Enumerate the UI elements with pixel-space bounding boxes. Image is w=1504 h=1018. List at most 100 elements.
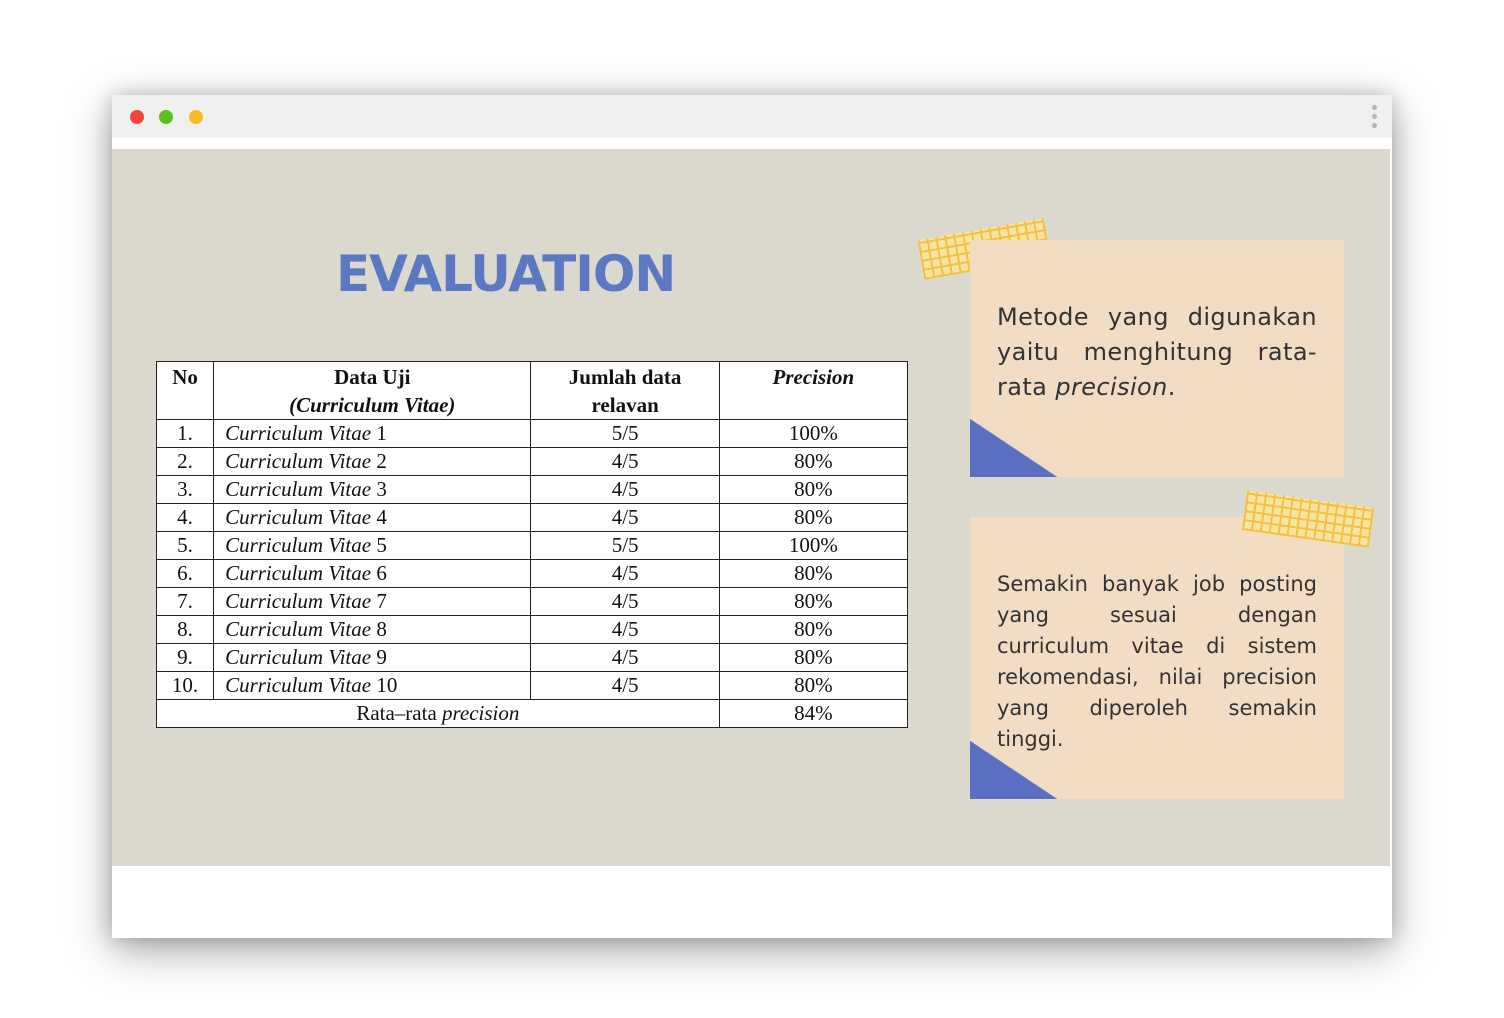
table-row: 10. Curriculum Vitae 10 4/5 80% [155,671,909,700]
cell-data-uji: Curriculum Vitae 1 [213,419,532,448]
cell-precision: 80% [718,503,909,532]
cell-data-uji-number: 8 [376,617,387,641]
note-method-italic: precision [1055,373,1168,401]
cell-relevan: 4/5 [530,503,720,532]
cell-relevan: 4/5 [530,643,720,672]
cell-precision: 80% [718,475,909,504]
evaluation-table: No Data Uji (Curriculum Vitae) Jumlah da… [155,361,909,728]
note-conclusion-text: Semakin banyak job posting yang sesuai d… [997,572,1317,751]
cell-relevan: 5/5 [530,531,720,560]
window-bottom-area [112,866,1392,938]
cell-relevan: 5/5 [530,419,720,448]
cell-data-uji: Curriculum Vitae 6 [213,559,532,588]
cell-data-uji-number: 1 [376,421,387,445]
cell-data-uji: Curriculum Vitae 9 [213,643,532,672]
cell-data-uji-prefix: Curriculum Vitae [225,477,372,501]
note-method-end: . [1167,373,1176,401]
cell-relevan: 4/5 [530,475,720,504]
cell-data-uji: Curriculum Vitae 3 [213,475,532,504]
header-data-uji-label: Data Uji [334,365,411,389]
footer-value: 84% [718,699,909,728]
cell-precision: 80% [718,559,909,588]
table-row: 1. Curriculum Vitae 1 5/5 100% [155,419,909,448]
cell-data-uji-prefix: Curriculum Vitae [225,617,372,641]
cell-data-uji-prefix: Curriculum Vitae [225,421,372,445]
cell-no: 6. [155,559,215,588]
table-row: 8. Curriculum Vitae 8 4/5 80% [155,615,909,644]
cell-precision: 80% [718,615,909,644]
cell-data-uji-number: 10 [376,673,398,697]
cell-data-uji: Curriculum Vitae 10 [213,671,532,700]
minimize-window-button[interactable] [159,110,173,124]
slide-title: EVALUATION [336,245,676,303]
cell-no: 3. [155,475,215,504]
cell-data-uji: Curriculum Vitae 4 [213,503,532,532]
cell-data-uji-number: 7 [376,589,387,613]
cell-data-uji: Curriculum Vitae 7 [213,587,532,616]
header-jumlah-line1: Jumlah data [568,365,682,389]
header-jumlah: Jumlah data relavan [530,361,720,420]
table-header-row: No Data Uji (Curriculum Vitae) Jumlah da… [155,361,909,420]
cell-relevan: 4/5 [530,615,720,644]
cell-relevan: 4/5 [530,587,720,616]
table-row: 7. Curriculum Vitae 7 4/5 80% [155,587,909,616]
cell-data-uji-prefix: Curriculum Vitae [225,505,372,529]
table-row: 6. Curriculum Vitae 6 4/5 80% [155,559,909,588]
cell-no: 8. [155,615,215,644]
cell-precision: 80% [718,587,909,616]
note-fold [970,417,1060,477]
header-no: No [155,361,215,420]
table-row: 4. Curriculum Vitae 4 4/5 80% [155,503,909,532]
cell-data-uji-prefix: Curriculum Vitae [225,449,372,473]
cell-data-uji-number: 5 [376,533,387,557]
header-data-uji: Data Uji (Curriculum Vitae) [213,361,532,420]
slide-canvas: EVALUATION No Data Uji (Curriculum Vitae… [112,149,1390,866]
cell-precision: 100% [718,531,909,560]
cell-no: 5. [155,531,215,560]
more-vertical-icon[interactable] [1372,105,1378,129]
cell-data-uji-number: 6 [376,561,387,585]
cell-relevan: 4/5 [530,671,720,700]
close-window-button[interactable] [130,110,144,124]
cell-data-uji-prefix: Curriculum Vitae [225,645,372,669]
table-row: 3. Curriculum Vitae 3 4/5 80% [155,475,909,504]
table-row: 5. Curriculum Vitae 5 5/5 100% [155,531,909,560]
header-precision: Precision [718,361,909,420]
cell-relevan: 4/5 [530,559,720,588]
footer-label-italic: precision [442,701,520,725]
cell-precision: 80% [718,447,909,476]
header-jumlah-line2: relavan [591,393,659,417]
note-method-text: Metode yang digunakan yaitu menghitung r… [997,300,1317,405]
cell-data-uji-number: 2 [376,449,387,473]
cell-no: 2. [155,447,215,476]
cell-no: 7. [155,587,215,616]
cell-precision: 100% [718,419,909,448]
table-row: 9. Curriculum Vitae 9 4/5 80% [155,643,909,672]
cell-precision: 80% [718,671,909,700]
cell-data-uji: Curriculum Vitae 5 [213,531,532,560]
cell-no: 9. [155,643,215,672]
cell-data-uji-prefix: Curriculum Vitae [225,561,372,585]
footer-label-text: Rata–rata [356,701,437,725]
table-row: 2. Curriculum Vitae 2 4/5 80% [155,447,909,476]
cell-data-uji-prefix: Curriculum Vitae [225,533,372,557]
cell-data-uji-prefix: Curriculum Vitae [225,589,372,613]
cell-relevan: 4/5 [530,447,720,476]
header-data-uji-sub: (Curriculum Vitae) [289,393,456,417]
footer-label: Rata–rata precision [156,699,720,728]
cell-data-uji: Curriculum Vitae 8 [213,615,532,644]
cell-data-uji-number: 3 [376,477,387,501]
window-titlebar [112,95,1392,138]
sticky-note-method: Metode yang digunakan yaitu menghitung r… [970,240,1344,477]
sticky-note-conclusion: Semakin banyak job posting yang sesuai d… [970,517,1344,799]
cell-data-uji: Curriculum Vitae 2 [213,447,532,476]
cell-no: 1. [155,419,215,448]
maximize-window-button[interactable] [189,110,203,124]
browser-window: EVALUATION No Data Uji (Curriculum Vitae… [112,95,1392,938]
table-footer-row: Rata–rata precision 84% [156,699,909,728]
cell-data-uji-number: 4 [376,505,387,529]
cell-no: 10. [155,671,215,700]
cell-no: 4. [155,503,215,532]
cell-data-uji-prefix: Curriculum Vitae [225,673,372,697]
cell-precision: 80% [718,643,909,672]
